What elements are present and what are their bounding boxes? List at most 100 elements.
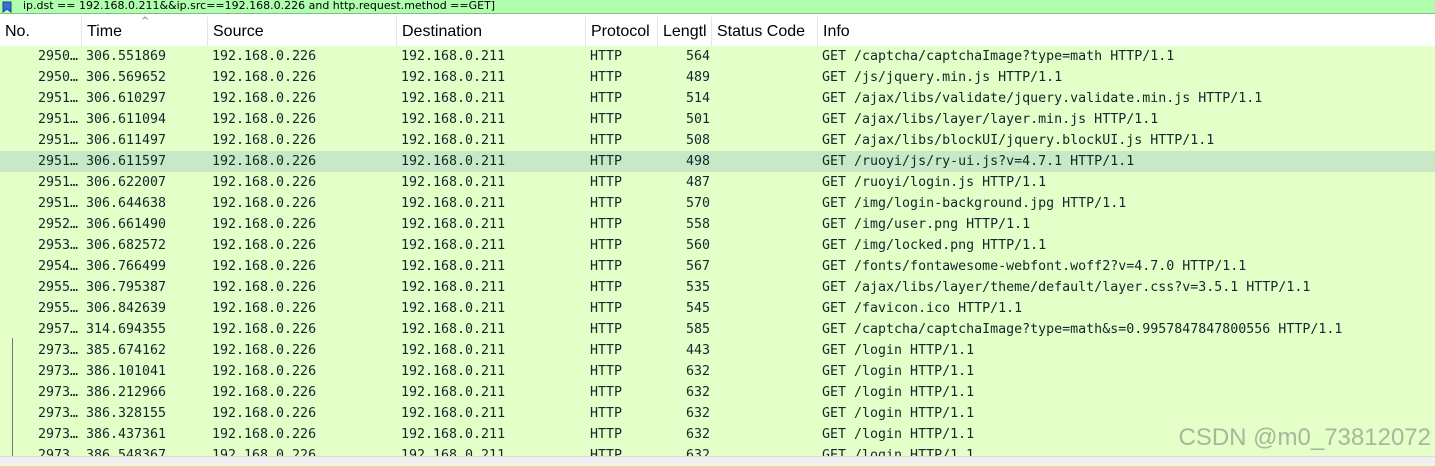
packet-number: 2951… [37, 112, 78, 127]
packet-row[interactable]: 2953… 306.682572 192.168.0.226 192.168.0.21… [0, 235, 1435, 256]
packet-status-code [716, 67, 816, 88]
packet-protocol: HTTP [590, 196, 623, 211]
packet-destination: 192.168.0.211 [401, 280, 506, 295]
packet-length: 632 [685, 427, 710, 442]
packet-time: 306.611497 [86, 133, 167, 148]
packet-protocol: HTTP [590, 406, 623, 421]
packet-source: 192.168.0.226 [212, 343, 317, 358]
packet-info: GET /ajax/libs/validate/jquery.validate.… [822, 91, 1263, 106]
packet-length: 508 [685, 133, 710, 148]
column-header-no[interactable]: No. [0, 17, 82, 46]
packet-info: GET /captcha/captchaImage?type=math HTTP… [822, 49, 1175, 64]
packet-destination: 192.168.0.211 [401, 49, 506, 64]
packet-info: GET /favicon.ico HTTP/1.1 [822, 301, 1023, 316]
packet-time: 306.551869 [86, 49, 167, 64]
packet-info: GET /fonts/fontawesome-webfont.woff2?v=4… [822, 259, 1247, 274]
packet-time: 386.212966 [86, 385, 167, 400]
display-filter-input[interactable]: ip.dst == 192.168.0.211&&ip.src==192.168… [14, 0, 495, 12]
packet-row[interactable]: 2951… 306.611597 192.168.0.226 192.168.0.21… [0, 151, 1435, 172]
packet-protocol: HTTP [590, 427, 623, 442]
packet-info: GET /js/jquery.min.js HTTP/1.1 [822, 70, 1063, 85]
packet-destination: 192.168.0.211 [401, 427, 506, 442]
bookmark-icon[interactable] [0, 0, 14, 13]
packet-protocol: HTTP [590, 133, 623, 148]
packet-status-code [716, 340, 816, 361]
packet-source: 192.168.0.226 [212, 322, 317, 337]
packet-row[interactable]: 2951… 306.610297 192.168.0.226 192.168.0.21… [0, 88, 1435, 109]
packet-number: 2951… [37, 196, 78, 211]
packet-protocol: HTTP [590, 112, 623, 127]
packet-number: 2954… [37, 259, 78, 274]
packet-source: 192.168.0.226 [212, 49, 317, 64]
packet-source: 192.168.0.226 [212, 301, 317, 316]
packet-row[interactable]: 2951… 306.611094 192.168.0.226 192.168.0.21… [0, 109, 1435, 130]
packet-row[interactable]: 2955… 306.842639 192.168.0.226 192.168.0.21… [0, 298, 1435, 319]
column-header-status-code[interactable]: Status Code [712, 17, 818, 46]
packet-destination: 192.168.0.211 [401, 301, 506, 316]
packet-status-code [716, 193, 816, 214]
packet-length: 558 [685, 217, 710, 232]
packet-row[interactable]: 2951… 306.622007 192.168.0.226 192.168.0.21… [0, 172, 1435, 193]
packet-row[interactable]: 2973… 385.674162 192.168.0.226 192.168.0.21… [0, 340, 1435, 361]
packet-time: 306.661490 [86, 217, 167, 232]
packet-destination: 192.168.0.211 [401, 238, 506, 253]
packet-source: 192.168.0.226 [212, 133, 317, 148]
packet-number: 2951… [37, 175, 78, 190]
packet-protocol: HTTP [590, 154, 623, 169]
packet-status-code [716, 403, 816, 424]
packet-protocol: HTTP [590, 259, 623, 274]
packet-source: 192.168.0.226 [212, 259, 317, 274]
packet-row[interactable]: 2950… 306.569652 192.168.0.226 192.168.0.21… [0, 67, 1435, 88]
packet-row[interactable]: 2957… 314.694355 192.168.0.226 192.168.0.21… [0, 319, 1435, 340]
packet-length: 443 [685, 343, 710, 358]
column-header-length[interactable]: Lengtl [658, 17, 712, 46]
packet-row[interactable]: 2973… 386.212966 192.168.0.226 192.168.0.21… [0, 382, 1435, 403]
column-header-source[interactable]: Source [208, 17, 397, 46]
packet-row[interactable]: 2973… 386.101041 192.168.0.226 192.168.0.21… [0, 361, 1435, 382]
packet-protocol: HTTP [590, 91, 623, 106]
column-header-protocol[interactable]: Protocol [586, 17, 658, 46]
packet-destination: 192.168.0.211 [401, 364, 506, 379]
packet-status-code [716, 235, 816, 256]
packet-source: 192.168.0.226 [212, 154, 317, 169]
packet-number: 2951… [37, 91, 78, 106]
display-filter-bar[interactable]: ip.dst == 192.168.0.211&&ip.src==192.168… [0, 0, 1435, 14]
packet-time: 306.842639 [86, 301, 167, 316]
packet-info: GET /ajax/libs/layer/theme/default/layer… [822, 280, 1311, 295]
packet-length: 487 [685, 175, 710, 190]
packet-row[interactable]: 2954… 306.766499 192.168.0.226 192.168.0.21… [0, 256, 1435, 277]
horizontal-scrollbar[interactable] [0, 456, 1435, 464]
packet-protocol: HTTP [590, 175, 623, 190]
packet-protocol: HTTP [590, 70, 623, 85]
column-header-info[interactable]: Info [818, 17, 1435, 46]
packet-row[interactable]: 2951… 306.611497 192.168.0.226 192.168.0.21… [0, 130, 1435, 151]
packet-destination: 192.168.0.211 [401, 217, 506, 232]
column-header-destination[interactable]: Destination [397, 17, 586, 46]
packet-status-code [716, 256, 816, 277]
packet-time: 314.694355 [86, 322, 167, 337]
packet-row[interactable]: 2955… 306.795387 192.168.0.226 192.168.0.21… [0, 277, 1435, 298]
packet-time: 386.101041 [86, 364, 167, 379]
packet-destination: 192.168.0.211 [401, 385, 506, 400]
packet-destination: 192.168.0.211 [401, 322, 506, 337]
packet-length: 570 [685, 196, 710, 211]
packet-source: 192.168.0.226 [212, 175, 317, 190]
packet-status-code [716, 130, 816, 151]
packet-info: GET /captcha/captchaImage?type=math&s=0.… [822, 322, 1343, 337]
packet-source: 192.168.0.226 [212, 406, 317, 421]
packet-row[interactable]: 2951… 306.644638 192.168.0.226 192.168.0.21… [0, 193, 1435, 214]
watermark: CSDN @m0_73812072 [1178, 424, 1431, 451]
packet-list: 2950… 306.551869 192.168.0.226 192.168.0.21… [0, 46, 1435, 466]
packet-protocol: HTTP [590, 322, 623, 337]
packet-status-code [716, 277, 816, 298]
packet-length: 501 [685, 112, 710, 127]
packet-row[interactable]: 2952… 306.661490 192.168.0.226 192.168.0.21… [0, 214, 1435, 235]
packet-row[interactable]: 2973… 386.328155 192.168.0.226 192.168.0.21… [0, 403, 1435, 424]
packet-destination: 192.168.0.211 [401, 91, 506, 106]
packet-protocol: HTTP [590, 238, 623, 253]
packet-time: 386.328155 [86, 406, 167, 421]
packet-length: 545 [685, 301, 710, 316]
packet-list-header: No. Time ^ Source Destination Protocol L… [0, 17, 1435, 47]
packet-status-code [716, 151, 816, 172]
packet-row[interactable]: 2950… 306.551869 192.168.0.226 192.168.0.21… [0, 46, 1435, 67]
